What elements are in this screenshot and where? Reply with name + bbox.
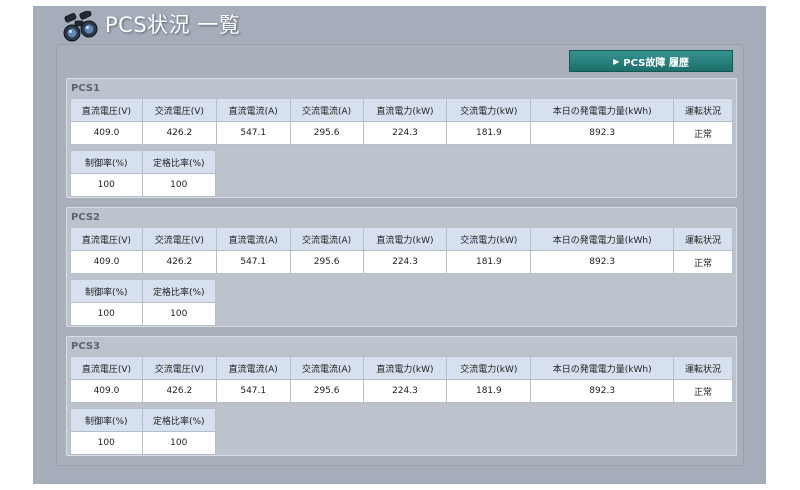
pcs-fault-history-label: PCS故障 履歴 — [623, 57, 689, 69]
pcs-control-table: 制御率(%) 定格比率(%) 100 100 — [70, 150, 216, 197]
pcs-control-table: 制御率(%) 定格比率(%) 100 100 — [70, 408, 216, 455]
pcs-panel-3: PCS3 直流電圧(V) 交流電圧(V) 直流電流(A) 交流電流(A) 直流電… — [66, 336, 737, 456]
header-dc-voltage: 直流電圧(V) — [70, 227, 143, 251]
header-rated-ratio: 定格比率(%) — [141, 279, 216, 303]
header-dc-power: 直流電力(kW) — [362, 98, 448, 122]
value-daily-energy: 892.3 — [530, 250, 675, 274]
table-header-row: 直流電圧(V) 交流電圧(V) 直流電流(A) 交流電流(A) 直流電力(kW)… — [70, 356, 733, 380]
value-dc-voltage: 409.0 — [70, 121, 143, 145]
value-dc-voltage: 409.0 — [70, 250, 143, 274]
header-operation-status: 運転状況 — [673, 98, 733, 122]
header-dc-voltage: 直流電圧(V) — [70, 98, 143, 122]
value-ac-power: 181.9 — [446, 379, 532, 403]
table-row: 409.0 426.2 547.1 295.6 224.3 181.9 892.… — [70, 250, 733, 274]
table-header-row: 直流電圧(V) 交流電圧(V) 直流電流(A) 交流電流(A) 直流電力(kW)… — [70, 227, 733, 251]
pcs-measurement-table: 直流電圧(V) 交流電圧(V) 直流電流(A) 交流電流(A) 直流電力(kW)… — [70, 227, 733, 274]
header-dc-voltage: 直流電圧(V) — [70, 356, 143, 380]
pcs-panel-2: PCS2 直流電圧(V) 交流電圧(V) 直流電流(A) 交流電流(A) 直流電… — [66, 207, 737, 327]
value-dc-current: 547.1 — [215, 250, 291, 274]
value-dc-current: 547.1 — [215, 121, 291, 145]
pcs-measurement-table: 直流電圧(V) 交流電圧(V) 直流電流(A) 交流電流(A) 直流電力(kW)… — [70, 98, 733, 145]
value-operation-status: 正常 — [673, 121, 733, 145]
page-header: PCS状況 一覧 — [33, 6, 766, 44]
value-ac-voltage: 426.2 — [141, 250, 217, 274]
table-header-row: 制御率(%) 定格比率(%) — [70, 279, 216, 303]
pcs-status-container: ▶ PCS故障 履歴 PCS1 直流電圧(V) 交流電圧(V) 直流電流(A) … — [56, 44, 744, 466]
header-operation-status: 運転状況 — [673, 356, 733, 380]
header-dc-current: 直流電流(A) — [215, 356, 291, 380]
value-rated-ratio: 100 — [141, 431, 216, 455]
value-operation-status: 正常 — [673, 250, 733, 274]
value-dc-power: 224.3 — [362, 379, 448, 403]
pcs-name: PCS1 — [71, 83, 101, 94]
header-ac-power: 交流電力(kW) — [446, 356, 532, 380]
app-frame: PCS状況 一覧 ▶ PCS故障 履歴 PCS1 直流電圧(V) 交流電圧(V)… — [33, 6, 766, 484]
header-ac-voltage: 交流電圧(V) — [141, 356, 217, 380]
header-dc-current: 直流電流(A) — [215, 227, 291, 251]
table-row: 409.0 426.2 547.1 295.6 224.3 181.9 892.… — [70, 121, 733, 145]
value-dc-power: 224.3 — [362, 121, 448, 145]
value-control-rate: 100 — [70, 431, 143, 455]
page-title: PCS状況 一覧 — [105, 13, 241, 37]
value-ac-voltage: 426.2 — [141, 121, 217, 145]
value-dc-voltage: 409.0 — [70, 379, 143, 403]
value-control-rate: 100 — [70, 173, 143, 197]
binoculars-icon — [63, 11, 98, 42]
value-dc-current: 547.1 — [215, 379, 291, 403]
header-control-rate: 制御率(%) — [70, 150, 143, 174]
header-daily-energy: 本日の発電電力量(kWh) — [530, 98, 675, 122]
header-ac-current: 交流電流(A) — [289, 98, 364, 122]
table-header-row: 制御率(%) 定格比率(%) — [70, 408, 216, 432]
pcs-name: PCS3 — [71, 341, 101, 352]
value-rated-ratio: 100 — [141, 302, 216, 326]
header-ac-power: 交流電力(kW) — [446, 98, 532, 122]
table-row: 409.0 426.2 547.1 295.6 224.3 181.9 892.… — [70, 379, 733, 403]
pcs-fault-history-button[interactable]: ▶ PCS故障 履歴 — [569, 50, 733, 72]
value-ac-current: 295.6 — [289, 121, 364, 145]
value-dc-power: 224.3 — [362, 250, 448, 274]
header-ac-voltage: 交流電圧(V) — [141, 98, 217, 122]
header-ac-power: 交流電力(kW) — [446, 227, 532, 251]
pcs-name: PCS2 — [71, 212, 101, 223]
value-daily-energy: 892.3 — [530, 121, 675, 145]
pcs-measurement-table: 直流電圧(V) 交流電圧(V) 直流電流(A) 交流電流(A) 直流電力(kW)… — [70, 356, 733, 403]
header-dc-power: 直流電力(kW) — [362, 227, 448, 251]
table-header-row: 直流電圧(V) 交流電圧(V) 直流電流(A) 交流電流(A) 直流電力(kW)… — [70, 98, 733, 122]
pcs-panel-1: PCS1 直流電圧(V) 交流電圧(V) 直流電流(A) 交流電流(A) 直流電… — [66, 78, 737, 198]
header-dc-power: 直流電力(kW) — [362, 356, 448, 380]
header-ac-current: 交流電流(A) — [289, 227, 364, 251]
header-ac-current: 交流電流(A) — [289, 356, 364, 380]
value-operation-status: 正常 — [673, 379, 733, 403]
table-row: 100 100 — [70, 173, 216, 197]
header-daily-energy: 本日の発電電力量(kWh) — [530, 356, 675, 380]
value-ac-power: 181.9 — [446, 250, 532, 274]
triangle-right-icon: ▶ — [613, 56, 620, 66]
table-row: 100 100 — [70, 302, 216, 326]
header-rated-ratio: 定格比率(%) — [141, 408, 216, 432]
value-rated-ratio: 100 — [141, 173, 216, 197]
value-ac-current: 295.6 — [289, 379, 364, 403]
value-ac-current: 295.6 — [289, 250, 364, 274]
header-rated-ratio: 定格比率(%) — [141, 150, 216, 174]
header-dc-current: 直流電流(A) — [215, 98, 291, 122]
header-daily-energy: 本日の発電電力量(kWh) — [530, 227, 675, 251]
value-ac-power: 181.9 — [446, 121, 532, 145]
value-ac-voltage: 426.2 — [141, 379, 217, 403]
value-control-rate: 100 — [70, 302, 143, 326]
pcs-control-table: 制御率(%) 定格比率(%) 100 100 — [70, 279, 216, 326]
table-row: 100 100 — [70, 431, 216, 455]
value-daily-energy: 892.3 — [530, 379, 675, 403]
header-operation-status: 運転状況 — [673, 227, 733, 251]
header-ac-voltage: 交流電圧(V) — [141, 227, 217, 251]
header-control-rate: 制御率(%) — [70, 279, 143, 303]
table-header-row: 制御率(%) 定格比率(%) — [70, 150, 216, 174]
header-control-rate: 制御率(%) — [70, 408, 143, 432]
